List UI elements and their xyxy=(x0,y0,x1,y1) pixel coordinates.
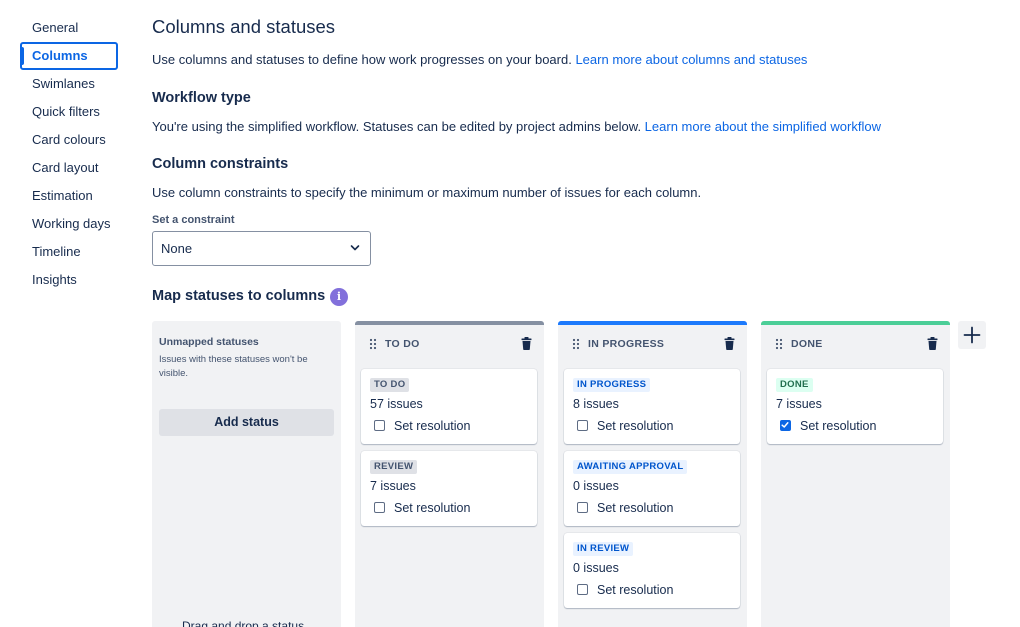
sidebar-item-card-layout[interactable]: Card layout xyxy=(20,154,118,182)
workflow-paragraph: You're using the simplified workflow. St… xyxy=(152,119,881,134)
issue-count: 0 issues xyxy=(573,561,619,575)
constraint-label: Set a constraint xyxy=(152,214,235,226)
intro-paragraph: Use columns and statuses to define how w… xyxy=(152,52,807,67)
issue-count: 8 issues xyxy=(573,397,619,411)
status-card-to-do[interactable]: TO DO 57 issues Set resolution xyxy=(361,369,537,444)
checkbox[interactable] xyxy=(374,501,385,513)
trash-icon[interactable] xyxy=(521,337,532,350)
status-card-in-review[interactable]: IN REVIEW 0 issues Set resolution xyxy=(564,533,740,608)
issue-count: 7 issues xyxy=(370,479,416,493)
sidebar-item-estimation[interactable]: Estimation xyxy=(20,182,118,210)
trash-icon[interactable] xyxy=(927,337,938,350)
column-to-do[interactable]: TO DO TO DO 57 issues Set resolution REV… xyxy=(355,321,544,627)
set-resolution-checkbox[interactable]: Set resolution xyxy=(780,419,876,433)
issue-count: 0 issues xyxy=(573,479,619,493)
drag-drop-hint: Drag and drop a status xyxy=(182,619,305,627)
map-statuses-heading: Map statuses to columns xyxy=(152,288,326,304)
constraint-value: None xyxy=(161,241,193,256)
status-card-review[interactable]: REVIEW 7 issues Set resolution xyxy=(361,451,537,526)
status-lozenge: IN PROGRESS xyxy=(573,378,651,392)
unmapped-statuses-column: Unmapped statuses Issues with these stat… xyxy=(152,321,341,627)
workflow-heading: Workflow type xyxy=(152,90,251,106)
learn-more-workflow-link[interactable]: Learn more about the simplified workflow xyxy=(645,119,881,134)
add-status-button[interactable]: Add status xyxy=(159,409,334,436)
column-header[interactable]: TO DO xyxy=(355,325,544,363)
unmapped-description: Issues with these statuses won't be visi… xyxy=(159,354,308,379)
status-card-awaiting-approval[interactable]: AWAITING APPROVAL 0 issues Set resolutio… xyxy=(564,451,740,526)
set-resolution-checkbox[interactable]: Set resolution xyxy=(577,419,673,433)
constraints-heading: Column constraints xyxy=(152,156,289,172)
status-lozenge: IN REVIEW xyxy=(573,542,634,556)
status-lozenge: DONE xyxy=(776,378,813,392)
settings-sidebar: General Columns Swimlanes Quick filters … xyxy=(20,14,118,294)
column-header[interactable]: DONE xyxy=(761,325,950,363)
column-done[interactable]: DONE DONE 7 issues Set resolution xyxy=(761,321,950,627)
checkbox[interactable] xyxy=(577,501,588,513)
constraint-select[interactable]: None xyxy=(152,231,371,266)
sidebar-item-swimlanes[interactable]: Swimlanes xyxy=(20,70,118,98)
status-card-in-progress[interactable]: IN PROGRESS 8 issues Set resolution xyxy=(564,369,740,444)
checkbox-checked[interactable] xyxy=(780,419,791,431)
column-title: TO DO xyxy=(385,338,420,350)
status-lozenge: TO DO xyxy=(370,378,410,392)
checkbox[interactable] xyxy=(374,419,385,431)
learn-more-columns-link[interactable]: Learn more about columns and statuses xyxy=(575,52,807,67)
sidebar-item-general[interactable]: General xyxy=(20,14,118,42)
trash-icon[interactable] xyxy=(724,337,735,350)
intro-text: Use columns and statuses to define how w… xyxy=(152,52,576,67)
plus-icon xyxy=(963,326,981,344)
drag-handle-icon[interactable] xyxy=(775,338,783,350)
sidebar-item-card-colours[interactable]: Card colours xyxy=(20,126,118,154)
column-title: IN PROGRESS xyxy=(588,338,665,350)
add-column-button[interactable] xyxy=(958,321,986,349)
set-resolution-checkbox[interactable]: Set resolution xyxy=(374,501,470,515)
checkmark-icon xyxy=(781,421,789,428)
sidebar-item-working-days[interactable]: Working days xyxy=(20,210,118,238)
checkbox[interactable] xyxy=(577,419,588,431)
set-resolution-checkbox[interactable]: Set resolution xyxy=(577,501,673,515)
status-lozenge: AWAITING APPROVAL xyxy=(573,460,688,474)
column-header[interactable]: IN PROGRESS xyxy=(558,325,747,363)
status-lozenge: REVIEW xyxy=(370,460,418,474)
issue-count: 7 issues xyxy=(776,397,822,411)
set-resolution-checkbox[interactable]: Set resolution xyxy=(577,583,673,597)
drag-handle-icon[interactable] xyxy=(572,338,580,350)
column-in-progress[interactable]: IN PROGRESS IN PROGRESS 8 issues Set res… xyxy=(558,321,747,627)
drag-handle-icon[interactable] xyxy=(369,338,377,350)
sidebar-item-timeline[interactable]: Timeline xyxy=(20,238,118,266)
issue-count: 57 issues xyxy=(370,397,423,411)
column-title: DONE xyxy=(791,338,823,350)
info-icon[interactable]: i xyxy=(330,288,348,306)
sidebar-item-quick-filters[interactable]: Quick filters xyxy=(20,98,118,126)
workflow-text: You're using the simplified workflow. St… xyxy=(152,119,645,134)
constraints-text: Use column constraints to specify the mi… xyxy=(152,185,702,200)
sidebar-item-columns[interactable]: Columns xyxy=(20,42,118,70)
chevron-down-icon xyxy=(350,245,360,251)
checkbox[interactable] xyxy=(577,583,588,595)
sidebar-item-insights[interactable]: Insights xyxy=(20,266,118,294)
set-resolution-checkbox[interactable]: Set resolution xyxy=(374,419,470,433)
page-title: Columns and statuses xyxy=(152,16,336,37)
status-card-done[interactable]: DONE 7 issues Set resolution xyxy=(767,369,943,444)
unmapped-title: Unmapped statuses xyxy=(159,336,259,348)
